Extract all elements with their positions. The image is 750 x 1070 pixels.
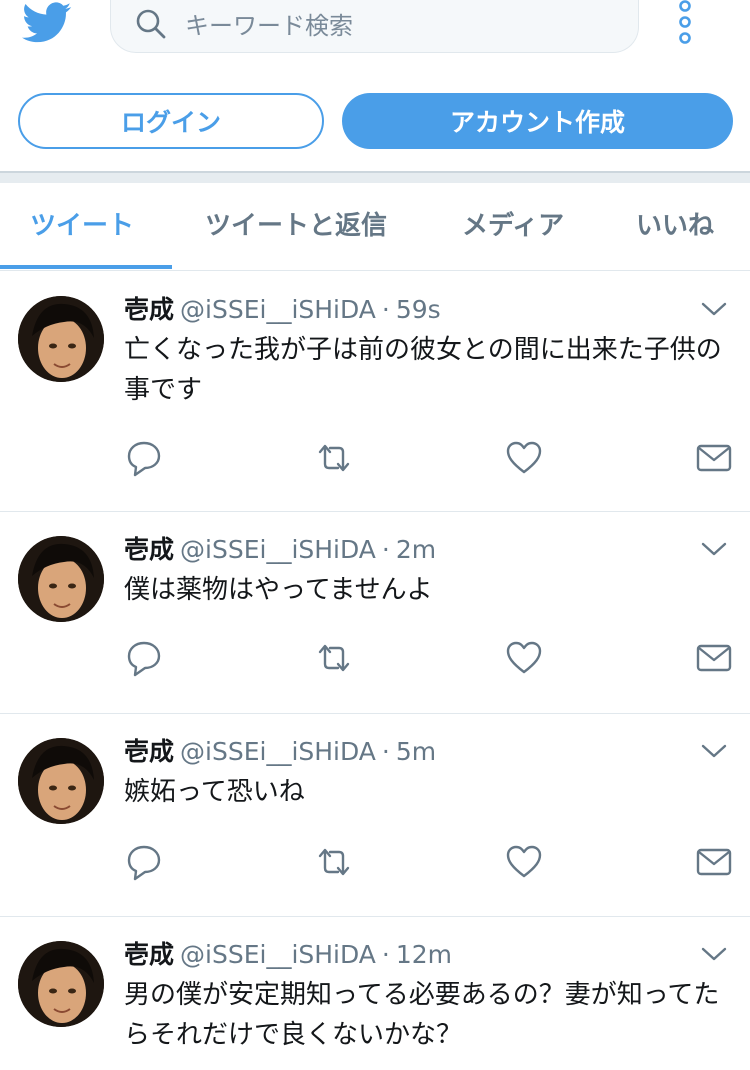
username[interactable]: @iSSEi__iSHiDA (180, 737, 376, 766)
username[interactable]: @iSSEi__iSHiDA (180, 535, 376, 564)
avatar[interactable] (18, 296, 104, 382)
timestamp[interactable]: 59s (396, 295, 441, 324)
tweet-header: 壱成 @iSSEi__iSHiDA · 2m (124, 530, 436, 566)
tweet-header: 壱成 @iSSEi__iSHiDA · 12m (124, 935, 452, 971)
reply-icon[interactable] (124, 438, 164, 478)
retweet-icon[interactable] (314, 842, 354, 882)
separator-dot: · (381, 737, 390, 766)
chevron-down-icon[interactable] (700, 540, 728, 558)
chevron-down-icon[interactable] (700, 300, 728, 318)
tweet-item[interactable]: 壱成 @iSSEi__iSHiDA · 5m 嫉妬って恐いね (0, 714, 750, 917)
search-box[interactable] (110, 0, 639, 53)
display-name[interactable]: 壱成 (124, 535, 174, 564)
display-name[interactable]: 壱成 (124, 737, 174, 766)
retweet-icon[interactable] (314, 638, 354, 678)
tab-tweets-replies[interactable]: ツイートと返信 (205, 205, 387, 242)
separator-dot: · (381, 295, 390, 324)
login-button[interactable]: ログイン (18, 93, 324, 149)
heart-icon[interactable] (504, 842, 544, 882)
tweet-actions (124, 438, 734, 478)
reply-icon[interactable] (124, 638, 164, 678)
avatar[interactable] (18, 536, 104, 622)
more-vertical-icon[interactable] (672, 0, 698, 48)
chevron-down-icon[interactable] (700, 945, 728, 963)
reply-icon[interactable] (124, 842, 164, 882)
signup-button[interactable]: アカウント作成 (342, 93, 733, 149)
display-name[interactable]: 壱成 (124, 940, 174, 969)
avatar[interactable] (18, 941, 104, 1027)
search-input[interactable] (185, 8, 605, 44)
tweet-text: 嫉妬って恐いね (124, 777, 305, 807)
tweet-header: 壱成 @iSSEi__iSHiDA · 59s (124, 290, 441, 326)
tweet-actions (124, 842, 734, 882)
username[interactable]: @iSSEi__iSHiDA (180, 295, 376, 324)
tab-media[interactable]: メディア (462, 205, 564, 242)
timestamp[interactable]: 5m (396, 737, 436, 766)
avatar[interactable] (18, 738, 104, 824)
profile-tabs: ツイート ツイートと返信 メディア いいね (0, 183, 750, 271)
separator-dot: · (381, 535, 390, 564)
search-icon (136, 9, 166, 39)
heart-icon[interactable] (504, 438, 544, 478)
mail-icon[interactable] (694, 638, 734, 678)
tweet-text: 男の僕が安定期知ってる必要あるの？妻が知ってたらそれだけで良くないかな？ (124, 980, 720, 1050)
twitter-bird-icon[interactable] (22, 2, 72, 44)
retweet-icon[interactable] (314, 438, 354, 478)
separator-dot: · (381, 940, 390, 969)
mail-icon[interactable] (694, 842, 734, 882)
top-bar (0, 0, 750, 60)
section-divider (0, 171, 750, 183)
active-tab-indicator (0, 265, 172, 269)
timestamp[interactable]: 2m (396, 535, 436, 564)
chevron-down-icon[interactable] (700, 742, 728, 760)
tweet-text: 亡くなった我が子は前の彼女との間に出来た子供の事です (124, 335, 722, 405)
heart-icon[interactable] (504, 638, 544, 678)
mail-icon[interactable] (694, 438, 734, 478)
tweet-item[interactable]: 壱成 @iSSEi__iSHiDA · 59s 亡くなった我が子は前の彼女との間に出来… (0, 272, 750, 512)
tab-tweets[interactable]: ツイート (30, 205, 134, 242)
tab-likes[interactable]: いいね (636, 205, 714, 242)
username[interactable]: @iSSEi__iSHiDA (180, 940, 376, 969)
tweet-text: 僕は薬物はやってませんよ (124, 575, 433, 605)
tweet-header: 壱成 @iSSEi__iSHiDA · 5m (124, 732, 436, 768)
tweet-item[interactable]: 壱成 @iSSEi__iSHiDA · 2m 僕は薬物はやってませんよ (0, 512, 750, 714)
timestamp[interactable]: 12m (396, 940, 452, 969)
tweet-item[interactable]: 壱成 @iSSEi__iSHiDA · 12m 男の僕が安定期知ってる必要あるの？妻が… (0, 917, 750, 1070)
display-name[interactable]: 壱成 (124, 295, 174, 324)
tweet-actions (124, 638, 734, 678)
